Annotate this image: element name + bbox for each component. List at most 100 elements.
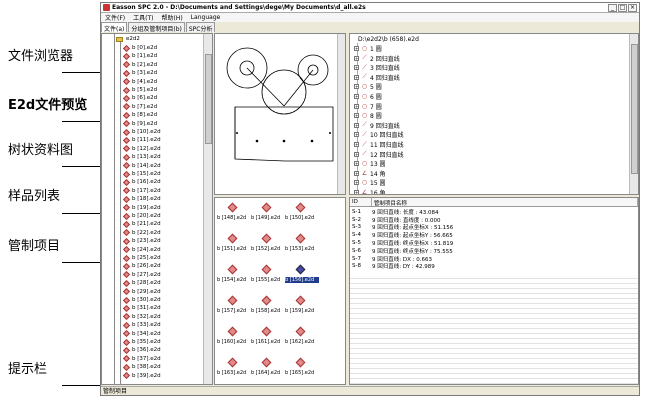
sample-list-panel[interactable]: b [148].e2d b [149].e2d b [150].e2d b [151]… <box>214 197 346 385</box>
control-items-panel[interactable]: ID 管制项目名称 S-1 9 回归直线: 长度 : 43.084 S-2 9 回归直… <box>349 197 639 385</box>
tab-grouping-control[interactable]: 分组及管制项目(b) <box>128 22 185 33</box>
control-row[interactable]: S-7 9 回归直线: DX : 0.663 <box>350 255 638 263</box>
control-row[interactable]: S-2 9 回归直线: 直线度 : 0.000 <box>350 216 638 224</box>
expand-icon[interactable]: + <box>354 113 359 119</box>
tree-item[interactable]: + ○ 5 圆 <box>354 82 382 91</box>
tree-item[interactable]: + ○ 7 圆 <box>354 102 382 111</box>
expand-icon[interactable]: + <box>354 170 359 176</box>
scrollbar-thumb[interactable] <box>631 44 638 174</box>
file-item[interactable]: b [30].e2d <box>122 296 161 304</box>
expand-icon[interactable]: + <box>354 74 359 80</box>
expand-icon[interactable]: + <box>354 55 359 61</box>
file-item[interactable]: b [6].e2d <box>122 94 157 102</box>
expand-icon[interactable]: + <box>354 103 359 109</box>
file-item[interactable]: b [16].e2d <box>122 178 161 186</box>
tree-root[interactable]: D:\e2d2\b (658).e2d <box>358 35 419 44</box>
tree-item[interactable]: + ○ 1 圆 <box>354 44 382 53</box>
file-item[interactable]: b [10].e2d <box>122 128 161 136</box>
file-item[interactable]: b [32].e2d <box>122 313 161 321</box>
sample-item[interactable]: b [149].e2d <box>251 200 283 226</box>
tree-item[interactable]: + ⟋ 3 回归直线 <box>354 63 400 72</box>
scrollbar-thumb[interactable] <box>205 54 212 144</box>
sample-item[interactable]: b [156].e2d <box>285 262 319 288</box>
expand-icon[interactable]: + <box>354 84 359 90</box>
file-item[interactable]: b [2].e2d <box>122 61 157 69</box>
file-item[interactable]: b [7].e2d <box>122 103 157 111</box>
file-item[interactable]: b [28].e2d <box>122 279 161 287</box>
sample-item[interactable]: b [162].e2d <box>285 324 317 350</box>
sample-item[interactable]: b [154].e2d <box>217 262 249 288</box>
file-item[interactable]: b [29].e2d <box>122 288 161 296</box>
file-item[interactable]: b [23].e2d <box>122 237 161 245</box>
file-item[interactable]: b [31].e2d <box>122 304 161 312</box>
file-item[interactable]: b [25].e2d <box>122 254 161 262</box>
folder-root[interactable]: e2d2 <box>116 35 140 43</box>
control-row[interactable]: S-6 9 回归直线: 终点坐标Y : 75.555 <box>350 247 638 255</box>
sample-item[interactable]: b [153].e2d <box>285 231 317 257</box>
column-id[interactable]: ID <box>350 198 372 206</box>
file-item[interactable]: b [14].e2d <box>122 162 161 170</box>
tree-panel[interactable]: D:\e2d2\b (658).e2d + ○ 1 圆 + ⟋ 2 回归直线 + ⟋ 3 回归直… <box>349 33 639 195</box>
tab-spc-analysis[interactable]: SPC分析 <box>185 22 216 33</box>
file-list-scrollbar[interactable] <box>203 34 212 384</box>
sample-item[interactable]: b [148].e2d <box>217 200 249 226</box>
expand-icon[interactable]: + <box>354 65 359 71</box>
sample-item[interactable]: b [161].e2d <box>251 324 283 350</box>
tree-item[interactable]: + ⟋ 11 回归直线 <box>354 140 404 149</box>
file-item[interactable]: b [27].e2d <box>122 271 161 279</box>
sample-item[interactable]: b [158].e2d <box>251 293 283 319</box>
expand-icon[interactable]: + <box>354 190 359 194</box>
sample-item[interactable]: b [159].e2d <box>285 293 317 319</box>
sample-item[interactable]: b [160].e2d <box>217 324 249 350</box>
file-item[interactable]: b [24].e2d <box>122 246 161 254</box>
file-item[interactable]: b [9].e2d <box>122 120 157 128</box>
file-item[interactable]: b [13].e2d <box>122 153 161 161</box>
tree-item[interactable]: + ⟋ 2 回归直线 <box>354 54 400 63</box>
preview-scrollbar[interactable] <box>337 34 345 194</box>
control-row[interactable]: S-8 9 回归直线: DY : 42.989 <box>350 263 638 270</box>
tree-scrollbar[interactable] <box>629 34 638 194</box>
tree-item[interactable]: + ○ 6 圆 <box>354 92 382 101</box>
menu-file[interactable]: 文件(F) <box>105 13 125 22</box>
file-item[interactable]: b [18].e2d <box>122 195 161 203</box>
sample-item[interactable]: b [164].e2d <box>251 355 283 381</box>
file-item[interactable]: b [0].e2d <box>122 44 157 52</box>
file-item[interactable]: b [12].e2d <box>122 145 161 153</box>
file-item[interactable]: b [35].e2d <box>122 338 161 346</box>
tree-item[interactable]: + ○ 13 圆 <box>354 159 386 168</box>
tree-item[interactable]: + ○ 15 圆 <box>354 178 386 187</box>
file-item[interactable]: b [3].e2d <box>122 69 157 77</box>
file-item[interactable]: b [17].e2d <box>122 187 161 195</box>
tree-item[interactable]: + ∠ 16 角 <box>354 188 386 194</box>
file-item[interactable]: b [39].e2d <box>122 372 161 380</box>
tab-files[interactable]: 文件(a) <box>101 22 128 33</box>
file-item[interactable]: b [37].e2d <box>122 355 161 363</box>
file-item[interactable]: b [5].e2d <box>122 86 157 94</box>
sample-item[interactable]: b [165].e2d <box>285 355 317 381</box>
tree-item[interactable]: + ⟋ 4 回归直线 <box>354 73 400 82</box>
file-item[interactable]: b [11].e2d <box>122 136 161 144</box>
file-item[interactable]: b [8].e2d <box>122 111 157 119</box>
control-row[interactable]: S-3 9 回归直线: 起点坐标X : 51.156 <box>350 224 638 231</box>
control-row[interactable]: S-5 9 回归直线: 终点坐标X : 51.819 <box>350 239 638 247</box>
sample-item[interactable]: b [163].e2d <box>217 355 249 381</box>
sample-item[interactable]: b [152].e2d <box>251 231 283 257</box>
sample-item[interactable]: b [151].e2d <box>217 231 249 257</box>
tree-item[interactable]: + ⟋ 10 回归直线 <box>354 130 404 139</box>
maximize-button[interactable]: □ <box>618 4 627 12</box>
tree-item[interactable]: + ∠ 14 角 <box>354 169 386 178</box>
expand-icon[interactable]: + <box>354 161 359 167</box>
close-button[interactable]: × <box>628 4 637 12</box>
menu-help[interactable]: 帮助(H) <box>162 13 183 22</box>
file-item[interactable]: b [19].e2d <box>122 204 161 212</box>
tree-item[interactable]: + ⟋ 12 回归直线 <box>354 150 404 159</box>
file-item[interactable]: b [38].e2d <box>122 363 161 371</box>
sample-item[interactable]: b [155].e2d <box>251 262 283 288</box>
expand-icon[interactable]: + <box>354 94 359 99</box>
file-item[interactable]: b [22].e2d <box>122 229 161 237</box>
expand-icon[interactable]: + <box>354 142 359 147</box>
menu-tools[interactable]: 工具(T) <box>133 13 153 22</box>
tree-item[interactable]: + ⟋ 9 回归直线 <box>354 121 400 130</box>
expand-icon[interactable]: + <box>354 46 359 51</box>
file-browser-panel[interactable]: e2d2 b [0].e2d b [1].e2d b [2].e2d b [3].e2… <box>101 33 213 385</box>
